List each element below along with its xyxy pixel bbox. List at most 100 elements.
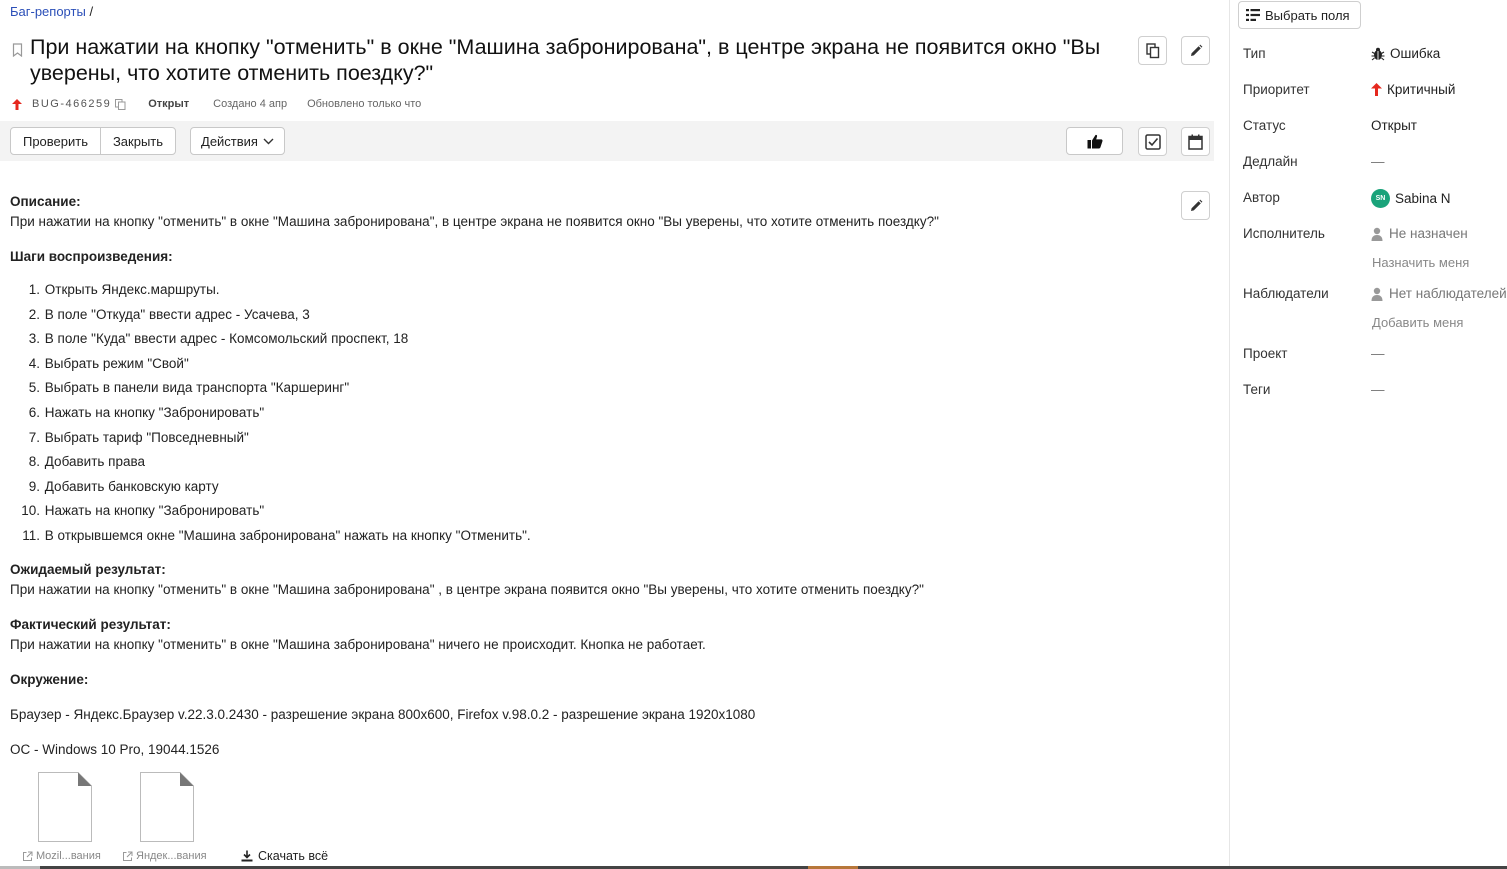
issue-toolbar: Проверить Закрыть Действия xyxy=(0,121,1214,161)
actions-dropdown[interactable]: Действия xyxy=(190,127,285,155)
calendar-icon xyxy=(1188,134,1203,150)
priority-label: Приоритет xyxy=(1243,82,1310,97)
steps-list: 1. Открыть Яндекс.маршруты. 2. В поле "О… xyxy=(10,278,1110,549)
issue-title: При нажатии на кнопку "отменить" в окне … xyxy=(30,35,1101,85)
attachment-name: Яндек...вания xyxy=(136,850,207,862)
download-all-label: Скачать всё xyxy=(258,849,329,863)
issue-key: BUG-466259 xyxy=(32,98,112,110)
edit-title-button[interactable] xyxy=(1181,36,1210,65)
avatar: SN xyxy=(1371,189,1390,208)
project-label: Проект xyxy=(1243,346,1288,361)
environment-heading: Окружение: xyxy=(10,671,89,687)
list-item: 3. В поле "Куда" ввести адрес - Комсомол… xyxy=(28,331,409,347)
list-item: 11. В открывшемся окне "Машина заброниро… xyxy=(22,527,531,543)
issue-status-badge: Открыт xyxy=(148,98,190,110)
file-icon[interactable] xyxy=(140,772,194,842)
watchers-value[interactable]: Нет наблюдателей xyxy=(1371,286,1507,301)
type-label: Тип xyxy=(1243,46,1266,61)
watchers-value-text: Нет наблюдателей xyxy=(1389,286,1507,301)
like-button[interactable] xyxy=(1066,127,1123,155)
description-heading: Описание: xyxy=(10,194,81,209)
author-label: Автор xyxy=(1243,190,1280,205)
issue-meta: BUG-466259 Открыт Создано 4 апр Обновлен… xyxy=(12,96,421,112)
tags-value[interactable]: — xyxy=(1371,382,1385,397)
assignee-value[interactable]: Не назначен xyxy=(1371,226,1468,241)
checkbox-icon xyxy=(1144,133,1161,150)
breadcrumb: Баг-репорты / xyxy=(10,4,93,19)
list-item: 8. Добавить права xyxy=(28,454,146,470)
priority-arrow-icon xyxy=(1371,83,1382,96)
list-item: 6. Нажать на кнопку "Забронировать" xyxy=(28,404,265,420)
actions-dropdown-label: Действия xyxy=(201,133,258,149)
person-icon xyxy=(1371,227,1383,241)
calendar-button[interactable] xyxy=(1181,127,1210,156)
tags-label: Теги xyxy=(1243,382,1271,397)
expected-text: При нажатии на кнопку "отменить" в окне … xyxy=(10,581,924,597)
status-label: Статус xyxy=(1243,118,1286,133)
pencil-icon xyxy=(1190,199,1202,211)
attachment-link-2[interactable]: Яндек...вания xyxy=(122,850,207,862)
description-text: При нажатии на кнопку "отменить" в окне … xyxy=(10,214,939,229)
attachment-link-1[interactable]: Mozil...вания xyxy=(22,850,101,862)
list-item: 10. Нажать на кнопку "Забронировать" xyxy=(21,503,265,519)
close-button-label: Закрыть xyxy=(112,133,164,149)
expected-heading: Ожидаемый результат: xyxy=(10,561,166,577)
environment-os: ОС - Windows 10 Pro, 19044.1526 xyxy=(10,741,220,757)
issue-main: Баг-репорты / При нажатии на кнопку "отм… xyxy=(0,0,1229,869)
assignee-value-text: Не назначен xyxy=(1389,226,1468,241)
copy-icon xyxy=(1145,42,1159,58)
bug-icon xyxy=(1371,47,1385,60)
copy-key-icon[interactable] xyxy=(115,98,126,110)
list-item: 2. В поле "Откуда" ввести адрес - Усачев… xyxy=(28,306,310,322)
check-button[interactable]: Проверить xyxy=(10,127,101,155)
copy-link-button[interactable] xyxy=(1138,36,1167,65)
issue-sidebar: Выбрать поля Тип Ошибка Приоритет Критич… xyxy=(1229,0,1507,869)
issue-updated: Обновлено только что xyxy=(307,98,422,110)
chevron-down-icon xyxy=(263,138,274,144)
type-value[interactable]: Ошибка xyxy=(1371,46,1440,61)
check-button-label: Проверить xyxy=(22,133,88,149)
add-me-link[interactable]: Добавить меня xyxy=(1372,315,1463,330)
priority-arrow-icon xyxy=(12,98,22,110)
priority-value-text: Критичный xyxy=(1387,82,1456,97)
choose-fields-label: Выбрать поля xyxy=(1265,7,1350,23)
pencil-icon xyxy=(1190,44,1202,56)
watchers-label: Наблюдатели xyxy=(1243,286,1329,301)
list-item: 9. Добавить банковскую карту xyxy=(28,478,219,494)
list-item: 1. Открыть Яндекс.маршруты. xyxy=(28,282,220,297)
close-button[interactable]: Закрыть xyxy=(100,127,176,155)
bookmark-icon[interactable] xyxy=(12,43,23,57)
priority-value[interactable]: Критичный xyxy=(1371,82,1455,97)
steps-heading: Шаги воспроизведения: xyxy=(10,249,173,264)
external-link-icon xyxy=(23,851,33,861)
external-link-icon xyxy=(123,851,133,861)
list-item: 4. Выбрать режим "Свой" xyxy=(28,355,189,371)
author-name: Sabina N xyxy=(1395,191,1451,206)
type-value-text: Ошибка xyxy=(1390,46,1441,61)
breadcrumb-separator: / xyxy=(89,4,94,19)
assignee-label: Исполнитель xyxy=(1243,226,1325,241)
breadcrumb-link-bug-reports[interactable]: Баг-репорты xyxy=(10,4,86,19)
environment-browser: Браузер - Яндекс.Браузер v.22.3.0.2430 -… xyxy=(10,706,756,722)
list-item: 7. Выбрать тариф "Повседневный" xyxy=(28,429,249,445)
thumbs-up-icon xyxy=(1087,134,1103,148)
attachment-name: Mozil...вания xyxy=(36,850,101,862)
deadline-value[interactable]: — xyxy=(1371,154,1385,169)
download-all-button[interactable]: Скачать всё xyxy=(241,849,328,863)
assign-me-link[interactable]: Назначить меня xyxy=(1372,255,1469,270)
checklist-button[interactable] xyxy=(1138,127,1167,156)
author-value[interactable]: SN Sabina N xyxy=(1371,189,1451,208)
status-value[interactable]: Открыт xyxy=(1371,118,1417,133)
list-item: 5. Выбрать в панели вида транспорта "Кар… xyxy=(28,380,350,396)
file-icon[interactable] xyxy=(38,772,92,842)
fields-icon xyxy=(1246,9,1260,21)
project-value[interactable]: — xyxy=(1371,346,1385,361)
edit-description-button[interactable] xyxy=(1181,191,1210,220)
issue-created: Создано 4 апр xyxy=(213,98,288,110)
download-icon xyxy=(241,850,253,862)
actual-heading: Фактический результат: xyxy=(10,616,171,632)
choose-fields-button[interactable]: Выбрать поля xyxy=(1238,1,1361,29)
issue-description: Описание: При нажатии на кнопку "отменит… xyxy=(10,192,1110,760)
person-icon xyxy=(1371,287,1383,301)
actual-text: При нажатии на кнопку "отменить" в окне … xyxy=(10,636,706,652)
